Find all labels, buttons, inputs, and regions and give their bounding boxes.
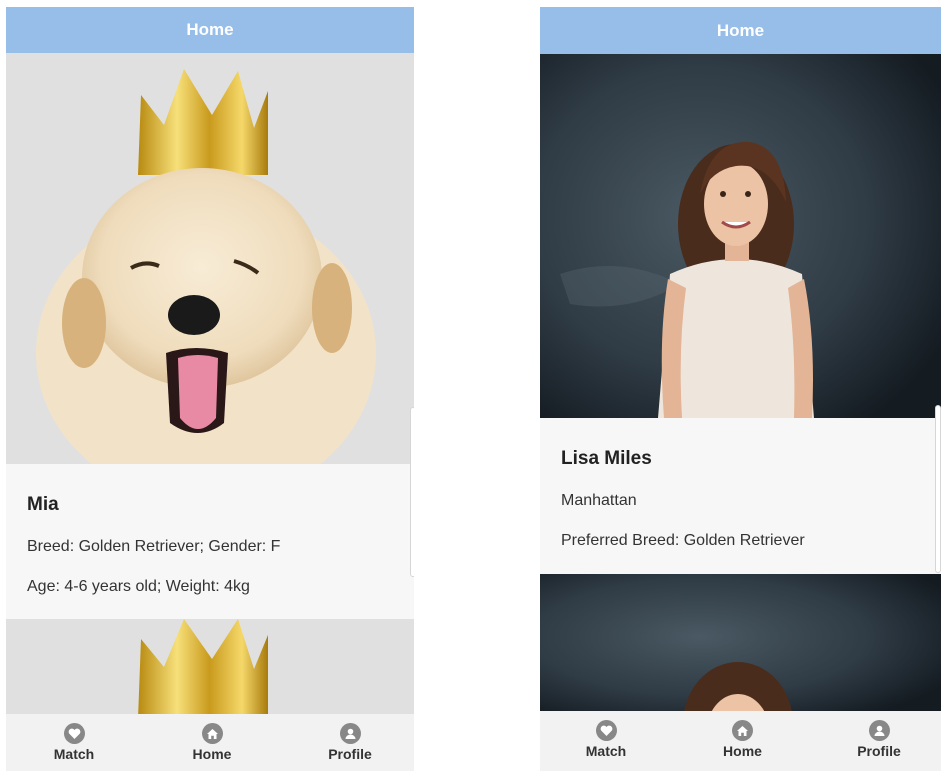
puppy-image: [36, 69, 376, 464]
home-icon: [732, 720, 753, 741]
dog-info-card[interactable]: Mia Breed: Golden Retriever; Gender: F A…: [6, 464, 414, 619]
tab-match[interactable]: Match: [564, 711, 648, 771]
tab-home[interactable]: Home: [701, 711, 785, 771]
owner-photo-next[interactable]: [540, 574, 941, 714]
tab-profile[interactable]: Profile: [308, 714, 392, 771]
bottom-tab-bar: Match Home Profile: [6, 714, 414, 771]
owner-name: Lisa Miles: [561, 448, 652, 469]
woman-portrait-image-next: [540, 574, 941, 714]
dog-feed-screen: Home Mia Breed: Golden Retriever; Gender…: [6, 0, 414, 771]
tab-label-profile: Profile: [857, 743, 901, 759]
dog-photo-next[interactable]: [6, 619, 414, 719]
tab-label-match: Match: [585, 743, 627, 759]
scroll-indicator[interactable]: [935, 405, 941, 573]
tab-match[interactable]: Match: [32, 714, 116, 771]
heart-icon: [595, 720, 617, 741]
tab-label-home: Home: [192, 746, 232, 762]
header-title: Home: [716, 20, 765, 40]
user-icon: [339, 723, 361, 744]
owner-photo[interactable]: [540, 54, 941, 418]
app-header: Home: [6, 7, 414, 53]
tab-label-profile: Profile: [328, 746, 372, 762]
dog-name: Mia: [27, 494, 59, 515]
home-icon: [201, 723, 223, 744]
puppy-image-next: [138, 619, 268, 719]
tab-label-home: Home: [723, 743, 762, 759]
heart-icon: [63, 723, 85, 744]
dog-breed-gender: Breed: Golden Retriever; Gender: F: [27, 538, 281, 555]
tab-home[interactable]: Home: [170, 714, 254, 771]
owner-location: Manhattan: [561, 492, 637, 509]
owner-preferred-breed: Preferred Breed: Golden Retriever: [561, 532, 805, 549]
header-title: Home: [186, 20, 234, 39]
woman-portrait-image: [540, 54, 941, 418]
owner-feed-screen: Home Lisa Miles Manhattan Preferred Bree…: [540, 0, 941, 771]
dog-age-weight: Age: 4-6 years old; Weight: 4kg: [27, 578, 250, 595]
app-header: Home: [540, 7, 941, 54]
user-icon: [868, 720, 890, 741]
scroll-indicator[interactable]: [410, 407, 414, 577]
owner-info-card[interactable]: Lisa Miles Manhattan Preferred Breed: Go…: [540, 418, 941, 574]
dog-photo[interactable]: [6, 53, 414, 464]
bottom-tab-bar: Match Home Profile: [540, 711, 941, 771]
tab-label-match: Match: [53, 746, 95, 762]
tab-profile[interactable]: Profile: [837, 711, 921, 771]
